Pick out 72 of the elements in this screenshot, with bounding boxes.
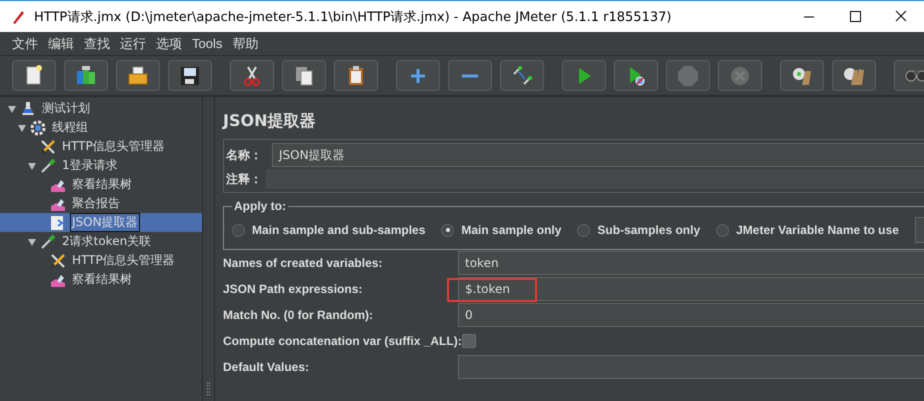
input-field[interactable]: token [458,251,924,275]
radio-button[interactable] [441,224,454,236]
radio-label[interactable]: Main sample and sub-samples [252,223,426,237]
pipettes-icon [511,64,533,86]
input-field[interactable]: 0 [458,303,924,327]
copy-button[interactable] [282,60,326,91]
menu-item[interactable]: 编辑 [44,34,80,52]
name-field[interactable]: JSON提取器 [272,143,924,167]
name-label: 名称： [226,146,263,164]
open-button[interactable] [116,60,160,91]
tree-item[interactable]: HTTP信息头管理器 [0,251,202,270]
radio-label[interactable]: Main sample only [461,223,562,237]
tree-item[interactable]: 察看结果树 [0,175,202,194]
input-field[interactable] [458,355,924,379]
collapse-all-button[interactable] [448,60,492,91]
start-button[interactable] [562,60,606,91]
toggle-button[interactable] [500,60,544,91]
radio-button[interactable] [232,224,245,236]
radio-label[interactable]: JMeter Variable Name to use [736,223,899,237]
expanded-icon[interactable] [27,236,37,246]
splitter-grip-icon[interactable] [206,382,210,396]
tree-item[interactable]: 聚合报告 [0,194,202,213]
octagon-icon [677,64,699,86]
clear-all-button[interactable] [832,60,876,91]
scissors-icon [241,64,263,86]
folder-icon [127,64,149,86]
checkbox[interactable] [462,334,476,348]
menu-item[interactable]: 运行 [116,34,152,52]
menu-item[interactable]: 查找 [80,34,116,52]
group-title: Apply to: [233,199,287,213]
tree-item[interactable]: JSON提取器 [0,213,202,232]
books-icon [75,64,97,86]
field-label: Default Values: [223,360,310,374]
radio-button[interactable] [577,224,590,236]
tree-item[interactable]: 测试计划 [0,99,202,118]
panel-title: JSON提取器 [223,111,316,132]
tree-item[interactable]: HTTP信息头管理器 [0,137,202,156]
pipette-icon [40,158,56,174]
radio-label[interactable]: Sub-samples only [597,223,700,237]
menu-item[interactable]: Tools [188,36,228,51]
radio-button[interactable] [716,224,730,236]
templates-button[interactable] [64,60,108,91]
menu-item[interactable]: 文件 [8,34,44,52]
tree-item[interactable]: 察看结果树 [0,270,202,289]
gear-icon [30,120,46,136]
pipette-icon [40,234,56,250]
tools-icon [50,252,66,268]
menu-item[interactable]: 选项 [152,34,188,52]
save-button[interactable] [168,60,212,91]
window-title: HTTP请求.jmx (D:\jmeter\apache-jmeter-5.1.1\bin\HTTP请求.jmx) - Apache JMeter (5.1.1 r1855137) [34,8,672,26]
tree-item[interactable]: 1登录请求 [0,156,202,175]
field-label: Match No. (0 for Random): [223,308,374,322]
minus-icon [462,74,478,78]
flask-icon [20,100,36,116]
tree-item[interactable]: 2请求token关联 [0,232,202,251]
tools-icon [40,138,56,154]
comment-label: 注释： [226,170,263,188]
binoculars-icon [904,70,924,82]
tree-item[interactable]: 线程组 [0,118,202,137]
cut-button[interactable] [230,60,274,91]
circle-x-icon [729,64,751,86]
menu-item[interactable]: 帮助 [228,34,264,52]
clear-button[interactable] [780,60,824,91]
start-no-pauses-button[interactable] [614,60,658,91]
input-field[interactable]: $.token [458,277,924,301]
field-label: Names of created variables: [223,256,384,270]
paste-button[interactable] [334,60,378,91]
field-label: JSON Path expressions: [223,282,364,296]
expand-all-button[interactable] [396,60,440,91]
pages-icon [293,64,315,86]
new-button[interactable] [12,60,56,91]
expanded-icon[interactable] [27,160,37,170]
